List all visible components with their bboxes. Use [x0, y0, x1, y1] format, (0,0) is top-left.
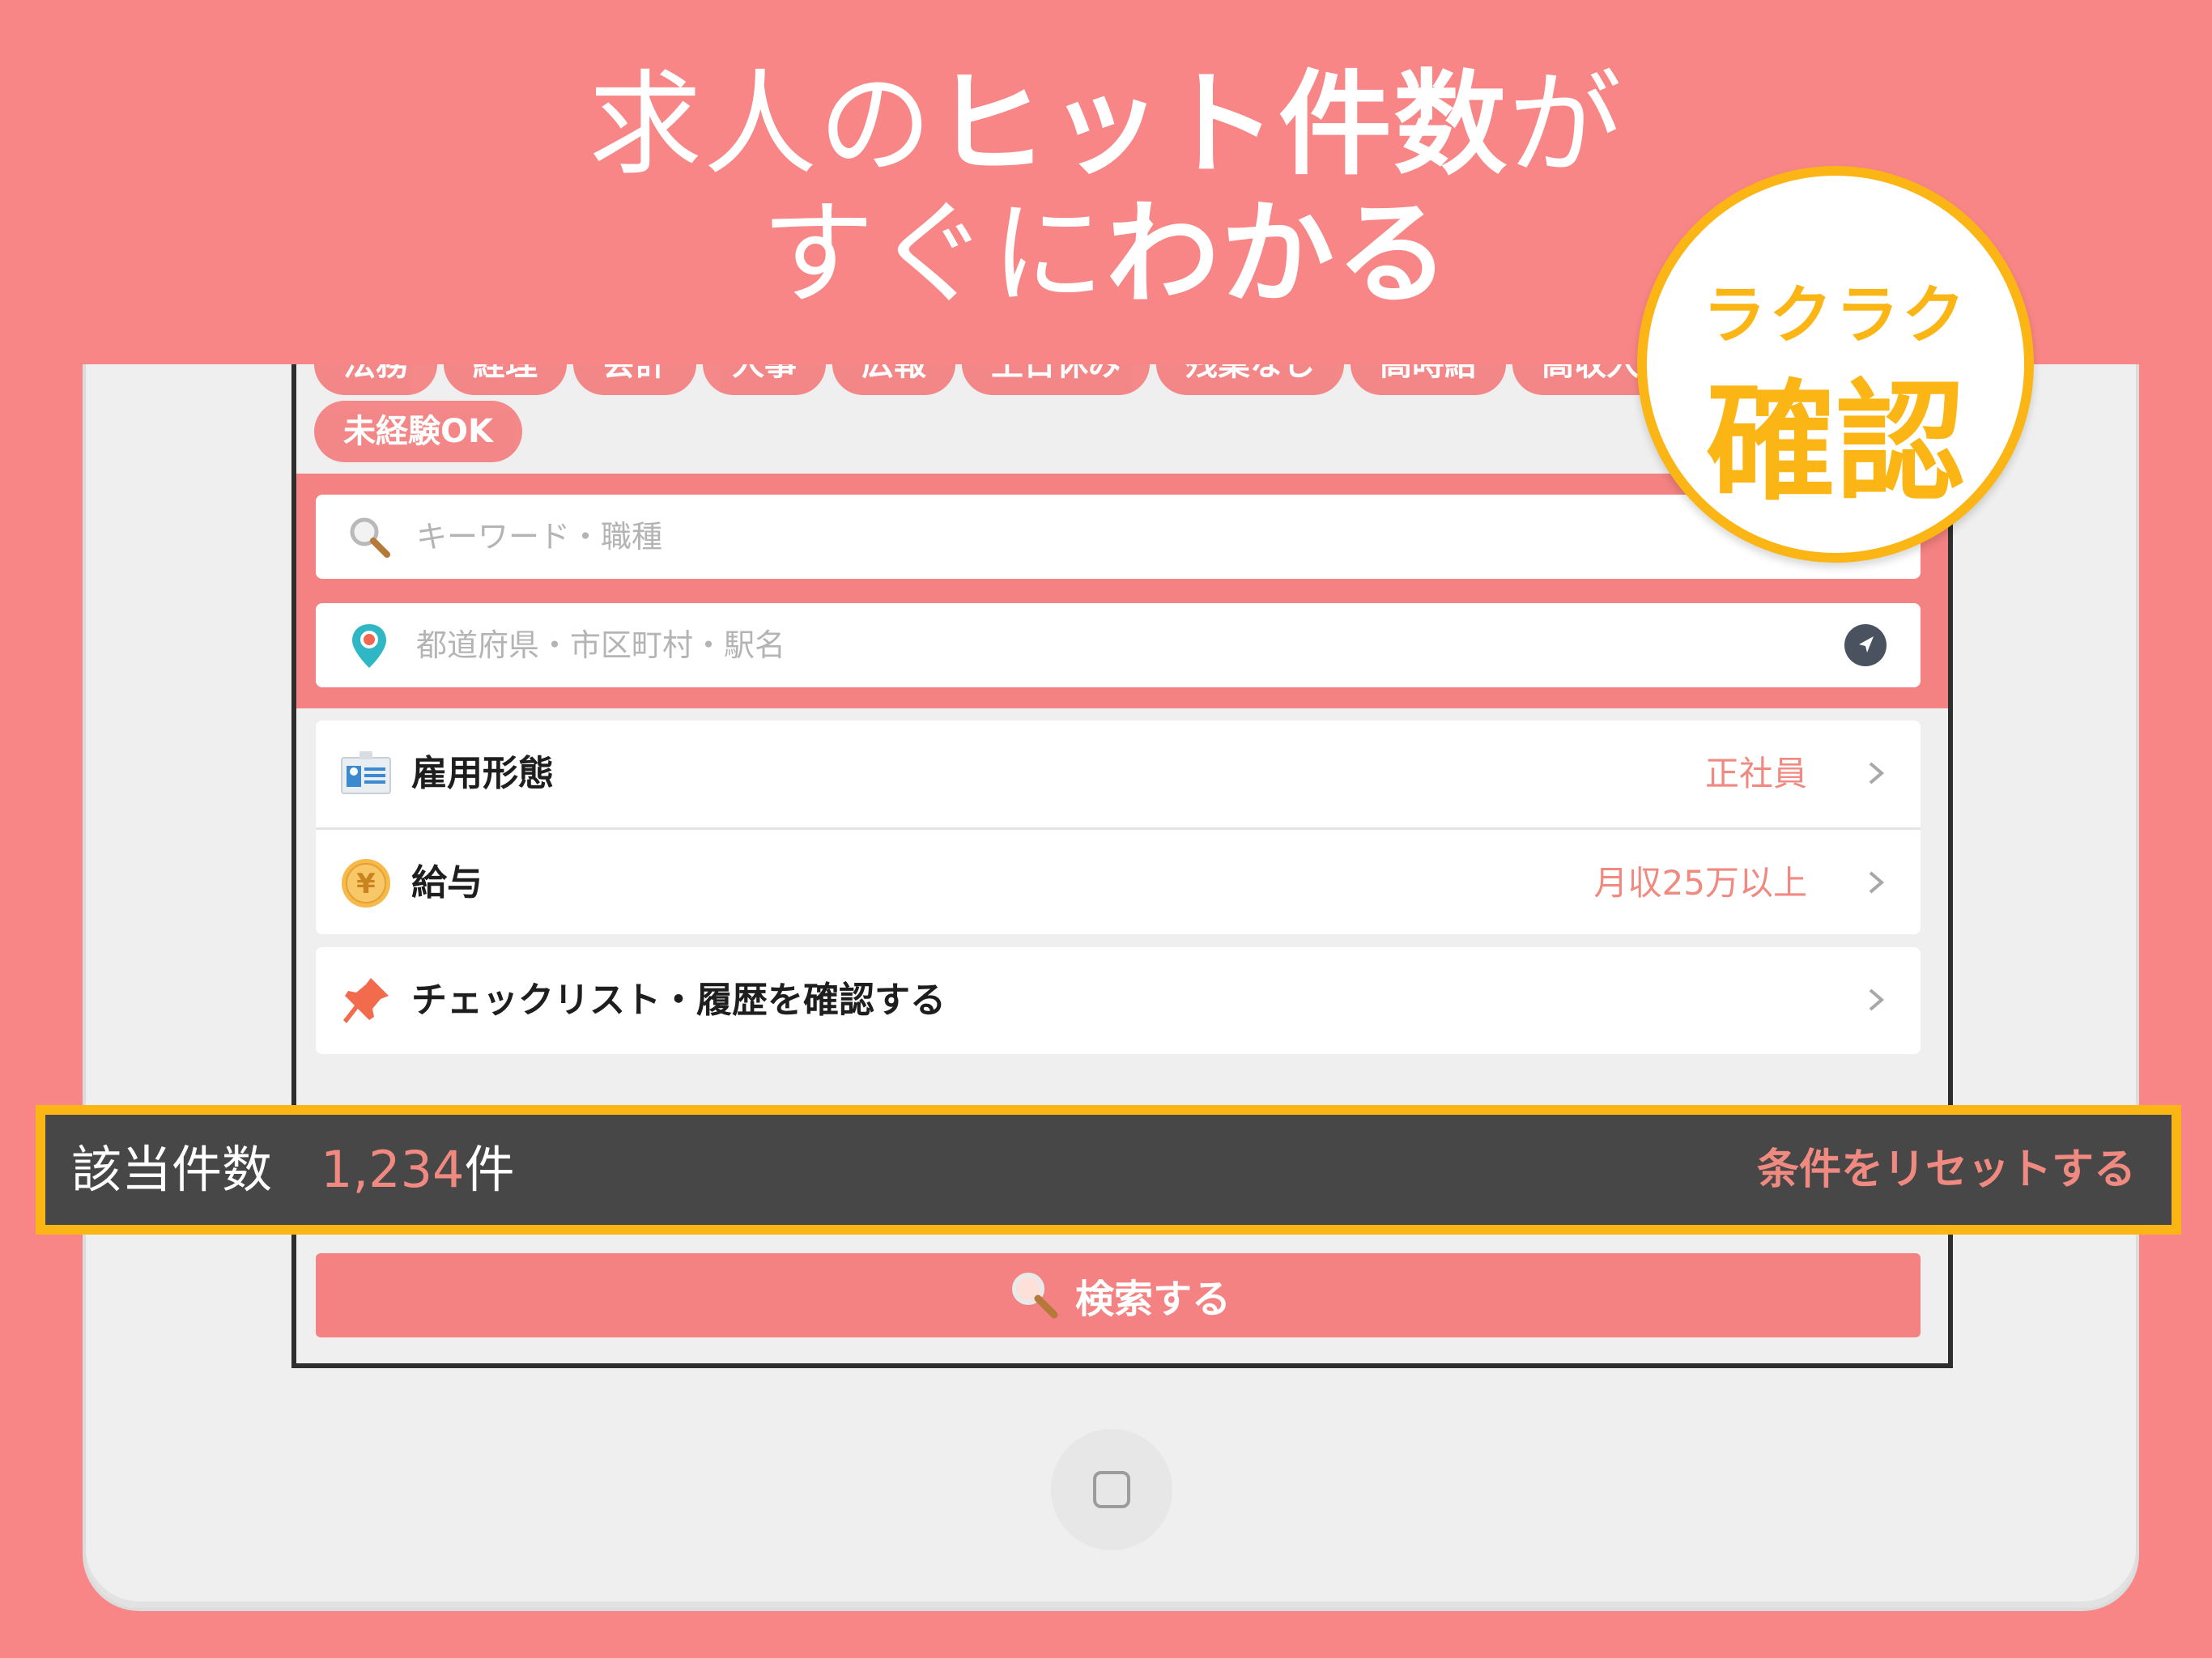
checklist-label: チェックリスト・履歴を確認する — [411, 980, 946, 1021]
chevron-right-icon — [1869, 988, 1885, 1011]
location-search-input[interactable]: 都道府県・市区町村・駅名 — [316, 603, 1921, 687]
search-button-label: 検索する — [1074, 1277, 1231, 1322]
chevron-right-icon — [1869, 871, 1885, 894]
tag-row: 法務経理会計人事広報土日休み残業なし高時給高収入週 — [314, 364, 1772, 395]
headline-bold-text: ヒット件数 — [933, 59, 1508, 191]
filter-list: 雇用形態 正社員 ¥ 給与 月収25万以上 — [316, 721, 1921, 934]
chevron-right-icon — [1869, 762, 1885, 784]
location-arrow-icon — [1859, 636, 1874, 653]
filter-label: 給与 — [411, 862, 483, 903]
tag-chip[interactable]: 高時給 — [1351, 364, 1506, 395]
home-square-icon — [1093, 1471, 1130, 1508]
headline-bold-text: わかる — [1106, 189, 1452, 321]
location-placeholder: 都道府県・市区町村・駅名 — [416, 627, 786, 663]
map-pin-icon — [352, 624, 386, 668]
filter-row-employment-type[interactable]: 雇用形態 正社員 — [316, 721, 1921, 827]
current-location-button[interactable] — [1844, 624, 1887, 666]
result-count-unit: 件 — [464, 1140, 515, 1199]
promo-badge: ラクラク 確認 — [1637, 166, 2034, 563]
keyword-placeholder: キーワード・職種 — [416, 519, 663, 555]
checklist-history-row[interactable]: チェックリスト・履歴を確認する — [316, 947, 1921, 1054]
tag-chip[interactable]: 経理 — [444, 364, 567, 395]
yen-coin-icon: ¥ — [342, 859, 390, 908]
headline-text: 求人の — [588, 59, 934, 191]
filter-label: 雇用形態 — [411, 753, 554, 794]
tag-chip[interactable]: 残業なし — [1156, 364, 1344, 395]
filter-row-salary[interactable]: ¥ 給与 月収25万以上 — [316, 827, 1921, 934]
tag-chip[interactable]: 会計 — [573, 364, 696, 395]
tag-chip[interactable]: 人事 — [703, 364, 826, 395]
tag-chip[interactable]: 法務 — [314, 364, 437, 395]
headline-text: が — [1508, 59, 1624, 191]
tag-chip-inexperienced-ok[interactable]: 未経験OK — [314, 401, 522, 462]
result-count-bar: 該当件数 1,234件 条件をリセットする — [36, 1105, 2181, 1235]
search-icon — [1011, 1273, 1058, 1319]
pushpin-icon — [343, 978, 389, 1023]
reset-conditions-button[interactable]: 条件をリセットする — [1757, 1115, 2136, 1225]
result-count-value: 1,234 — [321, 1140, 465, 1199]
home-button[interactable] — [1051, 1429, 1172, 1550]
search-icon — [350, 517, 390, 558]
id-card-icon — [341, 751, 391, 794]
result-count: 1,234件 — [321, 1115, 515, 1225]
result-count-label: 該当件数 — [71, 1140, 273, 1199]
filter-value: 正社員 — [1704, 754, 1807, 793]
tag-chip[interactable]: 広報 — [832, 364, 955, 395]
search-button[interactable]: 検索する — [316, 1253, 1921, 1337]
badge-big-text: 確認 — [1705, 367, 1965, 518]
filter-value: 月収25万以上 — [1593, 863, 1807, 903]
checklist-card: チェックリスト・履歴を確認する — [316, 947, 1921, 1054]
headline-text: すぐに — [760, 189, 1106, 321]
svg-text:¥: ¥ — [356, 868, 376, 900]
tag-chip[interactable]: 土日休み — [962, 364, 1150, 395]
